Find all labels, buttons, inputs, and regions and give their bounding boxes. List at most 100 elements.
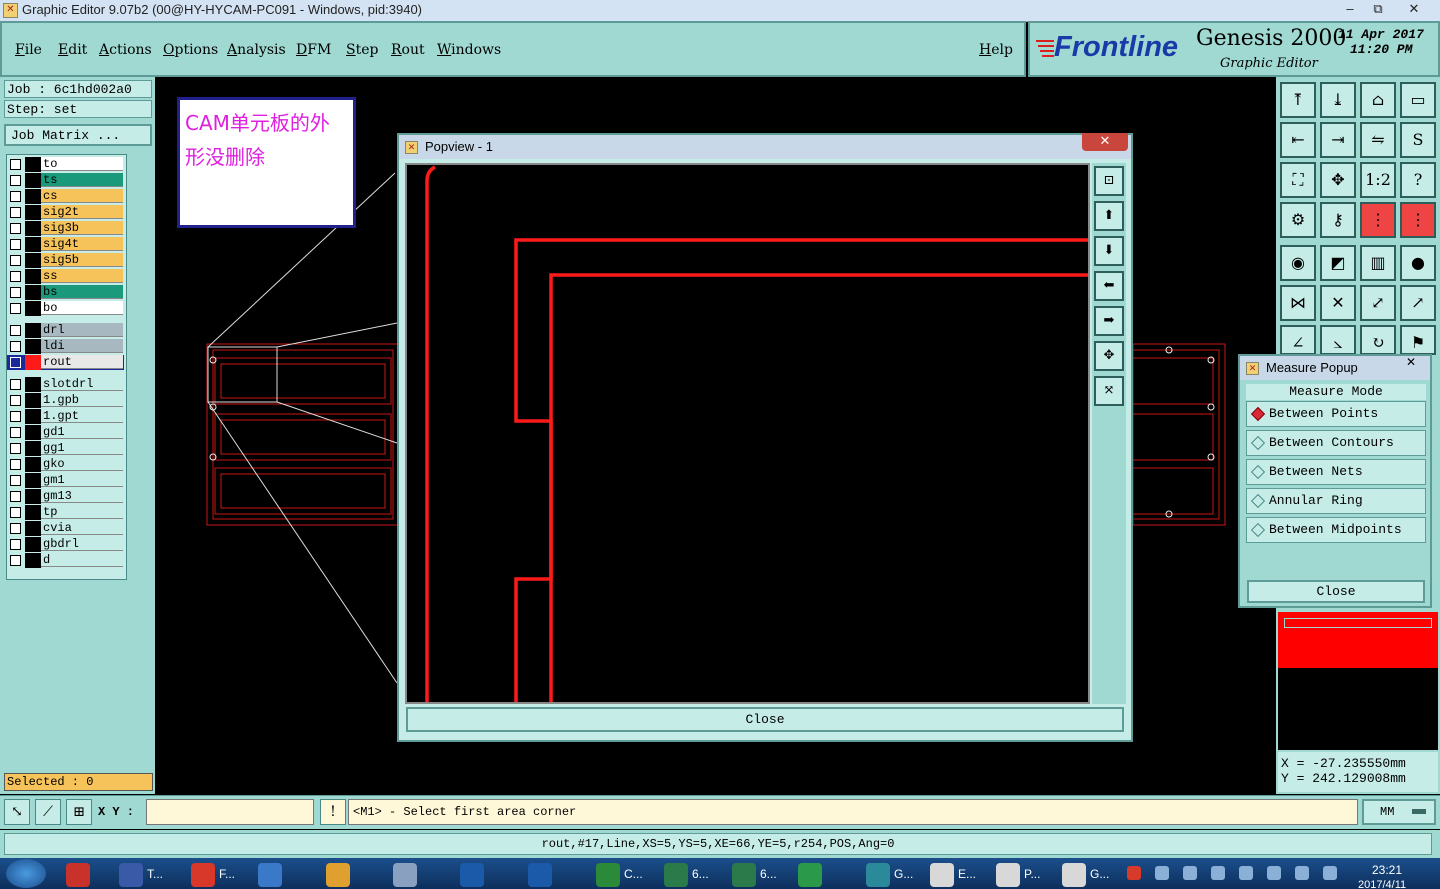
popview-pan-left-icon[interactable]: ⬅ [1094, 271, 1124, 301]
layer-checkbox[interactable] [10, 379, 21, 390]
layer-row[interactable]: gd1 [7, 425, 124, 440]
snap-center-icon[interactable]: ◉ [1280, 245, 1316, 281]
measure-close-button[interactable]: Close [1247, 580, 1425, 603]
layer-checkbox[interactable] [10, 357, 21, 368]
layer-color-swatch[interactable] [25, 157, 41, 172]
swap-icon[interactable]: ⇋ [1360, 122, 1396, 158]
layer-checkbox[interactable] [10, 523, 21, 534]
layer-row[interactable]: bs [7, 285, 124, 300]
measure-close-icon[interactable]: ✕ [1396, 354, 1426, 370]
minimize-button[interactable]: – [1336, 0, 1364, 18]
layer-name[interactable]: sig3b [41, 221, 123, 235]
popview-close-button[interactable]: Close [406, 707, 1124, 732]
layer-checkbox[interactable] [10, 555, 21, 566]
layer-color-swatch[interactable] [25, 253, 41, 268]
popview-pan-right-icon[interactable]: ➡ [1094, 306, 1124, 336]
layer-name[interactable]: gg1 [41, 441, 123, 455]
menu-step[interactable]: Step [346, 42, 378, 58]
layer-row[interactable]: d [7, 553, 124, 568]
tray-arrow-icon[interactable] [1155, 866, 1169, 880]
job-matrix-button[interactable]: Job Matrix ... [4, 124, 152, 146]
layer-row[interactable]: rout [7, 355, 124, 370]
layer-name[interactable]: slotdrl [41, 377, 123, 391]
layer-color-swatch[interactable] [25, 205, 41, 220]
layer-row[interactable]: 1.gpb [7, 393, 124, 408]
layer-row[interactable]: sig3b [7, 221, 124, 236]
layer-color-swatch[interactable] [25, 323, 41, 338]
layer-name[interactable]: d [41, 553, 123, 567]
layer-color-swatch[interactable] [25, 505, 41, 520]
select-icon[interactable]: ⤡ [4, 799, 30, 825]
popview-pan-up-icon[interactable]: ⬆ [1094, 201, 1124, 231]
tray-clock-time[interactable]: 23:21 [1372, 863, 1402, 877]
tray-network-icon[interactable] [1211, 866, 1225, 880]
layer-color-swatch[interactable] [25, 269, 41, 284]
import-icon[interactable]: ⇤ [1280, 122, 1316, 158]
menu-analysis[interactable]: Analysis [227, 42, 286, 58]
layer-name[interactable]: gd1 [41, 425, 123, 439]
popview-zoom-in-icon[interactable]: ✥ [1094, 341, 1124, 371]
grid-icon[interactable]: ⊞ [66, 799, 92, 825]
layer-checkbox[interactable] [10, 223, 21, 234]
download-icon[interactable]: ⤓ [1320, 82, 1356, 118]
menu-edit[interactable]: Edit [58, 42, 87, 58]
angle-icon[interactable]: ⦣ [1320, 325, 1356, 355]
ratio-icon[interactable]: 1:2 [1360, 162, 1396, 198]
layer-checkbox[interactable] [10, 325, 21, 336]
layer-color-swatch[interactable] [25, 425, 41, 440]
layer-color-swatch[interactable] [25, 173, 41, 188]
layer-checkbox[interactable] [10, 507, 21, 518]
maximize-button[interactable]: ⧉ [1364, 0, 1392, 18]
layer-color-swatch[interactable] [25, 441, 41, 456]
layer-name[interactable]: cvia [41, 521, 123, 535]
layer-name[interactable]: drl [41, 323, 123, 337]
layer-name[interactable]: sig5b [41, 253, 123, 267]
snap-corner-icon[interactable]: ◩ [1320, 245, 1356, 281]
layer-name[interactable]: ts [41, 173, 123, 187]
radio-diamond-icon[interactable] [1250, 522, 1266, 538]
layer-color-swatch[interactable] [25, 237, 41, 252]
center-icon[interactable]: ✥ [1320, 162, 1356, 198]
point-to-point-icon[interactable]: ⤢ [1360, 285, 1396, 321]
measure-option[interactable]: Between Contours [1246, 430, 1426, 456]
layer-color-swatch[interactable] [25, 473, 41, 488]
layer-checkbox[interactable] [10, 207, 21, 218]
settings-icon[interactable]: ⚙ [1280, 202, 1316, 238]
layer-name[interactable]: tp [41, 505, 123, 519]
snap-pad-icon[interactable]: ● [1400, 245, 1436, 281]
tray-s-icon[interactable] [1127, 866, 1141, 880]
home-icon[interactable]: ⌂ [1360, 82, 1396, 118]
layer-color-swatch[interactable] [25, 377, 41, 392]
arrow-measure-icon[interactable]: ↗ [1400, 285, 1436, 321]
layer-checkbox[interactable] [10, 191, 21, 202]
alert-icon[interactable]: ! [320, 799, 346, 825]
layer-color-swatch[interactable] [25, 285, 41, 300]
units-dropdown[interactable]: MM [1362, 799, 1436, 825]
layer-color-swatch[interactable] [25, 189, 41, 204]
export-icon[interactable]: ⇥ [1320, 122, 1356, 158]
layer-color-swatch[interactable] [25, 339, 41, 354]
start-button-icon[interactable] [6, 859, 46, 888]
taskbar-app-button[interactable]: T... [111, 861, 173, 888]
measure-option[interactable]: Annular Ring [1246, 488, 1426, 514]
fit-screen-icon[interactable]: ⛶ [1280, 162, 1316, 198]
layer-row[interactable]: ts [7, 173, 124, 188]
layer-name[interactable]: 1.gpb [41, 393, 123, 407]
layer-name[interactable]: gm1 [41, 473, 123, 487]
layer-row[interactable]: bo [7, 301, 124, 316]
layer-row[interactable]: gko [7, 457, 124, 472]
radio-diamond-icon[interactable] [1250, 435, 1266, 451]
tray-clock-date[interactable]: 2017/4/11 [1358, 879, 1406, 889]
layer-row[interactable]: sig2t [7, 205, 124, 220]
line-measure-icon[interactable]: ∠ [1280, 325, 1316, 355]
layer-checkbox[interactable] [10, 303, 21, 314]
layer-color-swatch[interactable] [25, 489, 41, 504]
net-icon[interactable]: ⋈ [1280, 285, 1316, 321]
layer-color-swatch[interactable] [25, 521, 41, 536]
layer-row[interactable]: gm13 [7, 489, 124, 504]
layer-checkbox[interactable] [10, 175, 21, 186]
layer-checkbox[interactable] [10, 271, 21, 282]
s-curve-icon[interactable]: S [1400, 122, 1436, 158]
taskbar-app-button[interactable]: F... [183, 861, 245, 888]
layer-name[interactable]: rout [41, 355, 123, 369]
